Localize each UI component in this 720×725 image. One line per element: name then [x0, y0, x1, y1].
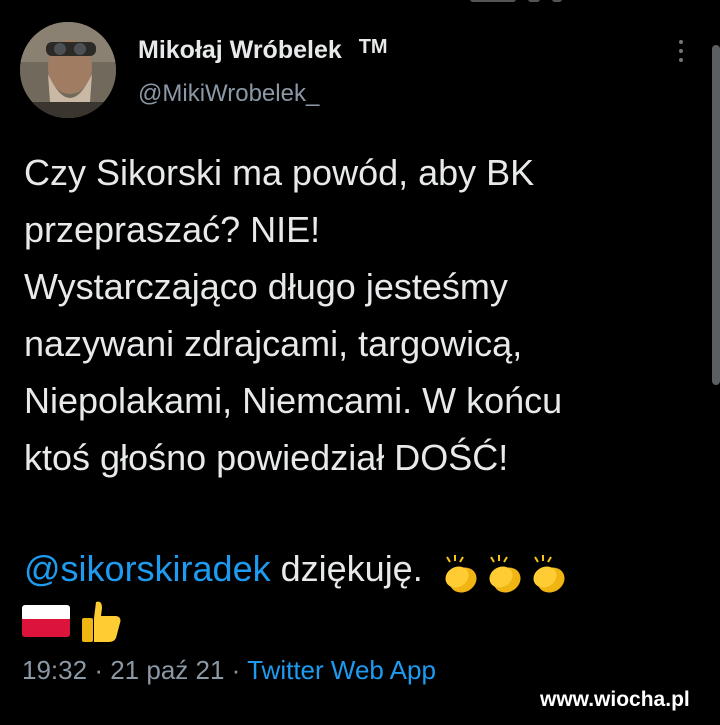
scrollbar[interactable] — [712, 45, 720, 385]
tweet-line: nazywani zdrajcami, targowicą, — [24, 323, 523, 364]
clapping-hands-icon — [489, 555, 521, 593]
top-cropped-edge — [470, 0, 570, 4]
emoji-row-flags — [22, 598, 124, 644]
thanks-text: dziękuję. — [280, 548, 423, 589]
tweet-source-link[interactable]: Twitter Web App — [247, 655, 436, 685]
author-handle[interactable]: @MikiWrobelek_ — [138, 80, 319, 108]
tweet-text: Czy Sikorski ma powód, aby BK przeprasza… — [24, 144, 704, 486]
tweet-line: przepraszać? NIE! — [24, 209, 321, 250]
avatar[interactable] — [20, 22, 116, 118]
clap-emoji-row — [439, 543, 571, 600]
site-watermark: www.wiocha.pl — [540, 688, 690, 711]
tweet-line: Wystarczająco długo jesteśmy — [24, 266, 508, 307]
more-options-icon[interactable] — [676, 40, 686, 66]
profile-photo-icon — [20, 22, 116, 118]
author-name-text: Mikołaj Wróbelek — [138, 36, 342, 64]
tweet-line: ktoś głośno powiedział DOŚĆ! — [24, 437, 509, 478]
poland-flag-icon — [22, 605, 70, 637]
tweet-meta: 19:32 · 21 paź 21 · Twitter Web App — [22, 655, 436, 686]
tweet-time[interactable]: 19:32 — [22, 655, 87, 685]
tweet-date[interactable]: 21 paź 21 — [110, 655, 224, 685]
tweet-line: Niepolakami, Niemcami. W końcu — [24, 380, 563, 421]
separator: · — [94, 655, 103, 685]
mention-line: @sikorskiradek dziękuję. — [24, 540, 704, 600]
separator: · — [231, 655, 241, 685]
author-name[interactable]: Mikołaj Wróbelek TM — [138, 36, 388, 65]
tweet-line: Czy Sikorski ma powód, aby BK — [24, 152, 535, 193]
trademark-badge: TM — [358, 36, 388, 58]
mention-link[interactable]: @sikorskiradek — [24, 548, 271, 589]
clapping-hands-icon — [445, 555, 477, 593]
thumbs-up-icon — [82, 601, 121, 642]
clapping-hands-icon — [533, 555, 565, 593]
